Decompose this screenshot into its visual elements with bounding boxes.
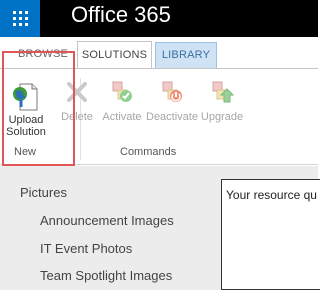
upgrade-icon <box>210 80 235 104</box>
nav-item-it-event-photos[interactable]: IT Event Photos <box>40 241 132 256</box>
tab-library[interactable]: LIBRARY <box>155 42 217 68</box>
group-label-commands: Commands <box>120 146 177 158</box>
upgrade-button[interactable]: Upgrade <box>200 80 244 123</box>
nav-item-pictures[interactable]: Pictures <box>20 185 67 200</box>
activate-button[interactable]: Activate <box>100 80 144 123</box>
app-launcher-button[interactable] <box>0 0 40 37</box>
deactivate-icon <box>160 80 184 104</box>
suite-title[interactable]: Office 365 <box>71 2 171 28</box>
deactivate-button[interactable]: Deactivate <box>145 80 199 123</box>
highlight-box <box>2 51 75 166</box>
suite-bar: Office 365 <box>0 0 318 37</box>
nav-item-announcement-images[interactable]: Announcement Images <box>40 213 174 228</box>
upgrade-label: Upgrade <box>200 111 244 123</box>
activate-icon <box>110 80 134 104</box>
app-launcher-icon <box>13 11 28 26</box>
resource-quota-box: Your resource qu <box>221 179 320 290</box>
tab-solutions[interactable]: SOLUTIONS <box>77 41 152 69</box>
activate-label: Activate <box>102 111 142 123</box>
deactivate-label: Deactivate <box>146 111 198 123</box>
resource-quota-text: Your resource qu <box>226 188 317 202</box>
nav-item-team-spotlight-images[interactable]: Team Spotlight Images <box>40 268 172 283</box>
